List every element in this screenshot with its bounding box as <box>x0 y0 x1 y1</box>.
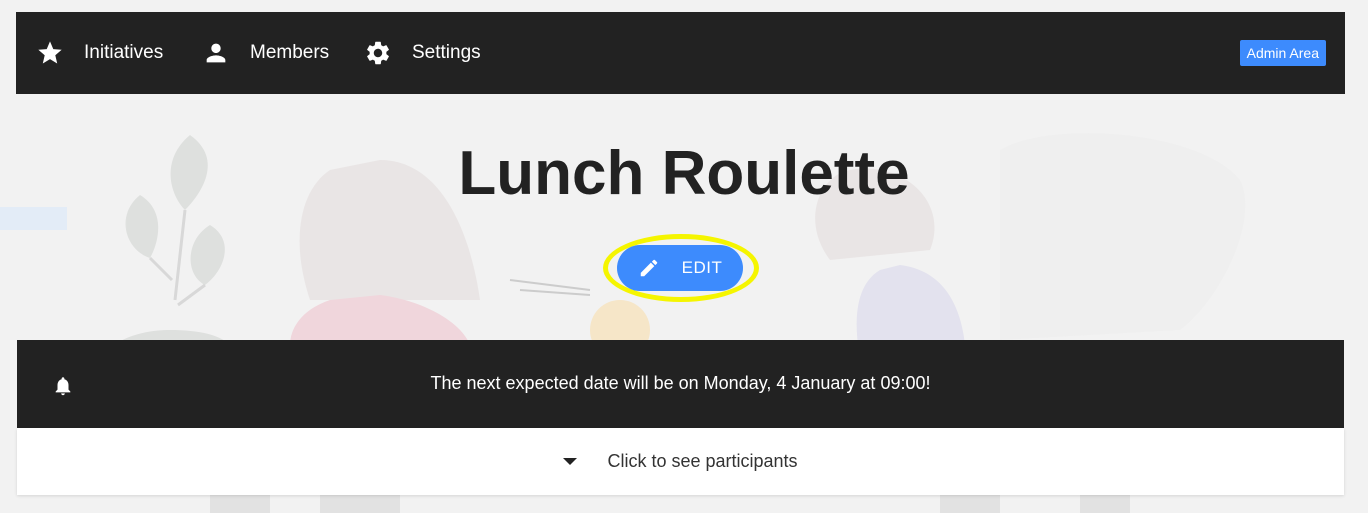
gear-icon <box>364 39 392 67</box>
participants-label: Click to see participants <box>607 451 798 471</box>
admin-area-button[interactable]: Admin Area <box>1239 40 1326 66</box>
nav-item-members[interactable]: Members <box>202 39 329 67</box>
person-icon <box>202 39 230 67</box>
notice-text: The next expected date will be on Monday… <box>430 373 931 393</box>
edit-button[interactable]: EDIT <box>617 245 743 291</box>
nav-item-initiatives[interactable]: Initiatives <box>36 39 163 67</box>
edit-button-label: EDIT <box>681 258 723 277</box>
next-date-notice: The next expected date will be on Monday… <box>17 340 1344 428</box>
nav-item-settings[interactable]: Settings <box>364 39 481 67</box>
page-title: Lunch Roulette <box>458 139 910 208</box>
caret-down-icon <box>563 457 578 466</box>
nav-item-label: Settings <box>412 42 481 63</box>
participants-toggle[interactable]: Click to see participants <box>17 428 1344 495</box>
nav-item-label: Initiatives <box>84 42 164 63</box>
pencil-icon <box>638 257 660 279</box>
star-icon <box>36 39 64 67</box>
nav-item-label: Members <box>250 42 330 63</box>
top-navbar: Initiatives Members Settings Admin Area <box>16 12 1345 94</box>
